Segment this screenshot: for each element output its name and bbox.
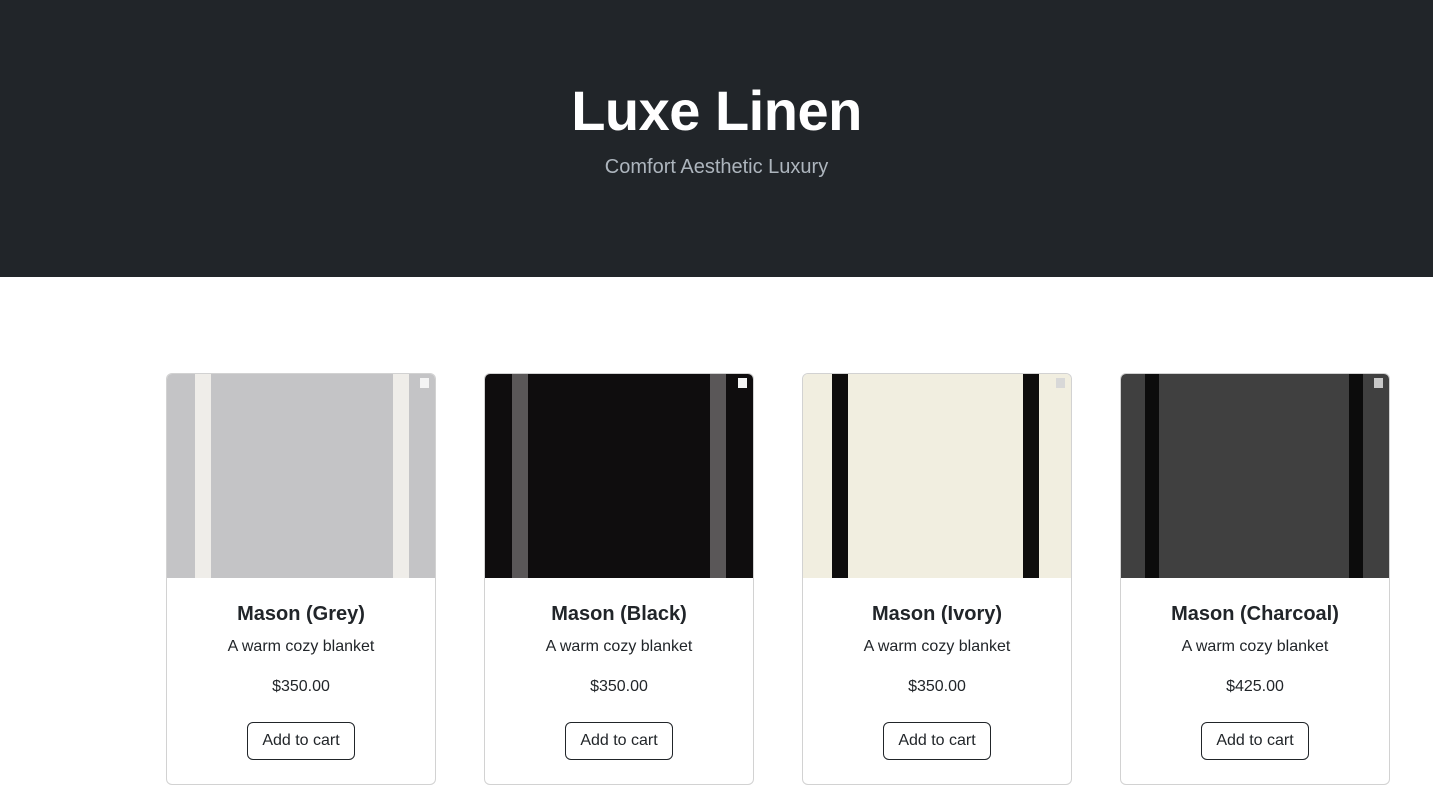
product-stripe-left xyxy=(512,374,528,578)
product-description: A warm cozy blanket xyxy=(1181,638,1329,655)
add-to-cart-button[interactable]: Add to cart xyxy=(247,722,355,760)
product-image xyxy=(803,374,1071,578)
product-description: A warm cozy blanket xyxy=(545,638,693,655)
product-image xyxy=(485,374,753,578)
add-to-cart-button[interactable]: Add to cart xyxy=(883,722,991,760)
product-price: $350.00 xyxy=(590,678,648,695)
product-price: $350.00 xyxy=(272,678,330,695)
site-title: Luxe Linen xyxy=(571,79,862,142)
site-tagline: Comfort Aesthetic Luxury xyxy=(604,156,829,178)
add-to-cart-button[interactable]: Add to cart xyxy=(565,722,673,760)
product-stripe-right xyxy=(393,374,409,578)
product-image xyxy=(167,374,435,578)
product-stripe-right xyxy=(1023,374,1039,578)
product-card: Mason (Grey) A warm cozy blanket $350.00… xyxy=(166,373,436,785)
product-label-tag xyxy=(738,378,747,388)
product-price: $350.00 xyxy=(908,678,966,695)
add-to-cart-button[interactable]: Add to cart xyxy=(1201,722,1309,760)
product-description: A warm cozy blanket xyxy=(863,638,1011,655)
product-label-tag xyxy=(420,378,429,388)
product-stripe-left xyxy=(195,374,211,578)
product-stripe-right xyxy=(1349,374,1363,578)
product-label-tag xyxy=(1056,378,1065,388)
product-name: Mason (Grey) xyxy=(237,603,365,625)
product-name: Mason (Ivory) xyxy=(871,603,1003,625)
product-name: Mason (Black) xyxy=(551,603,687,625)
product-stripe-left xyxy=(1145,374,1159,578)
hero-banner: Luxe Linen Comfort Aesthetic Luxury xyxy=(0,0,1433,277)
product-card: Mason (Black) A warm cozy blanket $350.0… xyxy=(484,373,754,785)
product-label-tag xyxy=(1374,378,1383,388)
product-image xyxy=(1121,374,1389,578)
product-card: Mason (Ivory) A warm cozy blanket $350.0… xyxy=(802,373,1072,785)
product-name: Mason (Charcoal) xyxy=(1171,603,1339,625)
product-stripe-right xyxy=(710,374,726,578)
product-stripe-left xyxy=(832,374,848,578)
product-card: Mason (Charcoal) A warm cozy blanket $42… xyxy=(1120,373,1390,785)
product-description: A warm cozy blanket xyxy=(227,638,375,655)
product-price: $425.00 xyxy=(1226,678,1284,695)
